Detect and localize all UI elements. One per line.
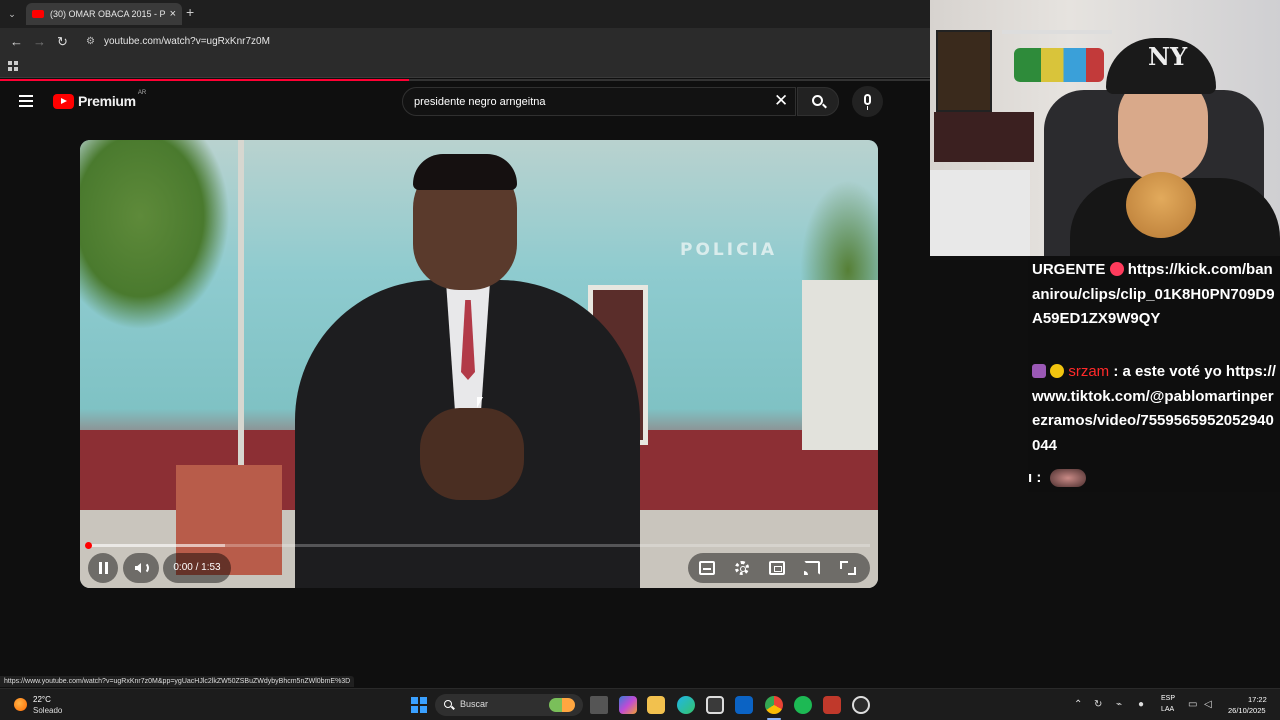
browser-tab-strip: ⌄ (30) OMAR OBACA 2015 - PRIM × +	[0, 0, 930, 28]
chrome-icon[interactable]	[765, 696, 783, 714]
show-hidden-icons-chevron-icon[interactable]: ⌃	[1074, 699, 1082, 710]
spotify-icon[interactable]	[794, 696, 812, 714]
chat-message: URGENTE https://kick.com/bananirou/clips…	[1032, 258, 1280, 332]
chat-message: srzam : a este voté yo https://www.tikto…	[1032, 360, 1280, 458]
youtube-premium-logo[interactable]: Premium AR	[53, 90, 147, 109]
input-language[interactable]: ESP	[1161, 695, 1175, 702]
weather-sun-icon[interactable]	[14, 698, 27, 711]
theater-mode-icon[interactable]	[769, 561, 785, 575]
network-off-icon[interactable]: ⌁	[1116, 699, 1122, 710]
reload-icon[interactable]: ↻	[57, 34, 68, 50]
copilot-icon[interactable]	[619, 696, 637, 714]
outlook-icon[interactable]	[735, 696, 753, 714]
volume-button[interactable]	[123, 553, 159, 583]
chat-message-label: URGENTE	[1032, 261, 1106, 278]
browser-tab-active[interactable]: (30) OMAR OBACA 2015 - PRIM ×	[26, 3, 182, 25]
video-scrubber-handle[interactable]	[85, 542, 92, 549]
clock-time[interactable]: 17:22	[1248, 695, 1267, 704]
windows-start-icon[interactable]	[411, 697, 427, 713]
video-time-display: 0:00 / 1:53	[163, 553, 231, 583]
gift-badge-icon	[1032, 364, 1046, 378]
country-code: AR	[137, 90, 147, 96]
sync-icon[interactable]: ↻	[1094, 699, 1102, 710]
status-bar-url: https://www.youtube.com/watch?v=ugRxKnr7…	[0, 676, 355, 687]
forward-arrow-icon[interactable]: →	[33, 34, 46, 49]
back-arrow-icon[interactable]: ←	[10, 34, 23, 49]
cast-icon[interactable]	[804, 561, 820, 575]
youtube-play-logo-icon	[53, 93, 74, 109]
voice-search-button[interactable]	[852, 86, 883, 117]
microsoft-store-icon[interactable]	[706, 696, 724, 714]
webcam-overlay: NY	[930, 0, 1280, 256]
weather-description: Soleado	[33, 706, 63, 715]
logo-text: Premium	[78, 93, 136, 109]
chat-overlay: URGENTE https://kick.com/bananirou/clips…	[1028, 256, 1280, 492]
browser-tab-title: (30) OMAR OBACA 2015 - PRIM	[50, 9, 166, 19]
new-tab-button[interactable]: +	[186, 4, 194, 20]
task-view-icon[interactable]	[590, 696, 608, 714]
fullscreen-icon[interactable]	[840, 561, 856, 575]
search-input[interactable]	[414, 93, 754, 111]
chat-message-prefix: ı :	[1028, 469, 1042, 486]
video-player[interactable]: POLICIA	[80, 140, 878, 588]
clear-search-icon[interactable]: ✕	[774, 91, 788, 111]
weather-temperature: 22°C	[33, 695, 51, 704]
level-badge-icon	[1050, 364, 1065, 378]
obs-icon[interactable]	[852, 696, 870, 714]
taskbar-search[interactable]: Buscar	[435, 694, 583, 716]
voicemeeter-icon[interactable]	[823, 696, 841, 714]
live-dot-icon	[1109, 262, 1124, 276]
pause-button[interactable]	[88, 553, 118, 583]
player-right-controls	[688, 553, 870, 583]
input-layout[interactable]: LAA	[1161, 706, 1174, 713]
site-info-icon[interactable]: ⚙	[86, 36, 95, 47]
bookmarks-bar	[0, 56, 930, 78]
taskbar: 22°C Soleado Buscar ⌃ ↻ ⌁ ● ESP LAA ▭ ◁ …	[0, 688, 1280, 720]
address-bar-url[interactable]: youtube.com/watch?v=ugRxKnr7z0M	[104, 36, 270, 47]
speaker-icon[interactable]: ◁	[1204, 699, 1212, 710]
close-tab-icon[interactable]: ×	[170, 8, 176, 20]
search-box	[402, 87, 796, 116]
pause-icon	[99, 562, 102, 574]
taskbar-search-label: Buscar	[460, 699, 489, 709]
file-explorer-icon[interactable]	[647, 696, 665, 714]
browser-toolbar: ← → ↻ ⚙ youtube.com/watch?v=ugRxKnr7z0M	[0, 28, 930, 56]
cap-logo: NY	[1148, 42, 1188, 71]
edge-icon[interactable]	[677, 696, 695, 714]
chat-username: srzam	[1068, 363, 1110, 380]
chat-emote-icon	[1049, 469, 1086, 488]
search-button[interactable]	[797, 87, 839, 116]
apps-grid-icon[interactable]	[8, 61, 18, 71]
youtube-favicon-icon	[32, 10, 44, 18]
page-load-progress	[0, 79, 930, 81]
tab-search-dropdown-icon[interactable]: ⌄	[4, 6, 20, 22]
clock-date[interactable]: 26/10/2025	[1228, 706, 1266, 715]
subtitles-icon[interactable]	[699, 561, 715, 575]
video-buffer-bar	[88, 544, 225, 547]
microphone-icon	[864, 94, 871, 105]
chat-message: ı :	[1028, 466, 1276, 491]
video-scene-sign: POLICIA	[680, 240, 778, 260]
burger	[1126, 172, 1196, 238]
mouse-cursor-icon	[477, 397, 483, 408]
settings-gear-icon[interactable]	[735, 561, 749, 575]
menu-hamburger-icon[interactable]	[19, 95, 33, 107]
microphone-tray-icon[interactable]: ●	[1138, 699, 1144, 710]
search-highlight-icon	[549, 698, 575, 712]
display-icon[interactable]: ▭	[1188, 699, 1197, 710]
page-load-progress-fill	[0, 79, 410, 81]
